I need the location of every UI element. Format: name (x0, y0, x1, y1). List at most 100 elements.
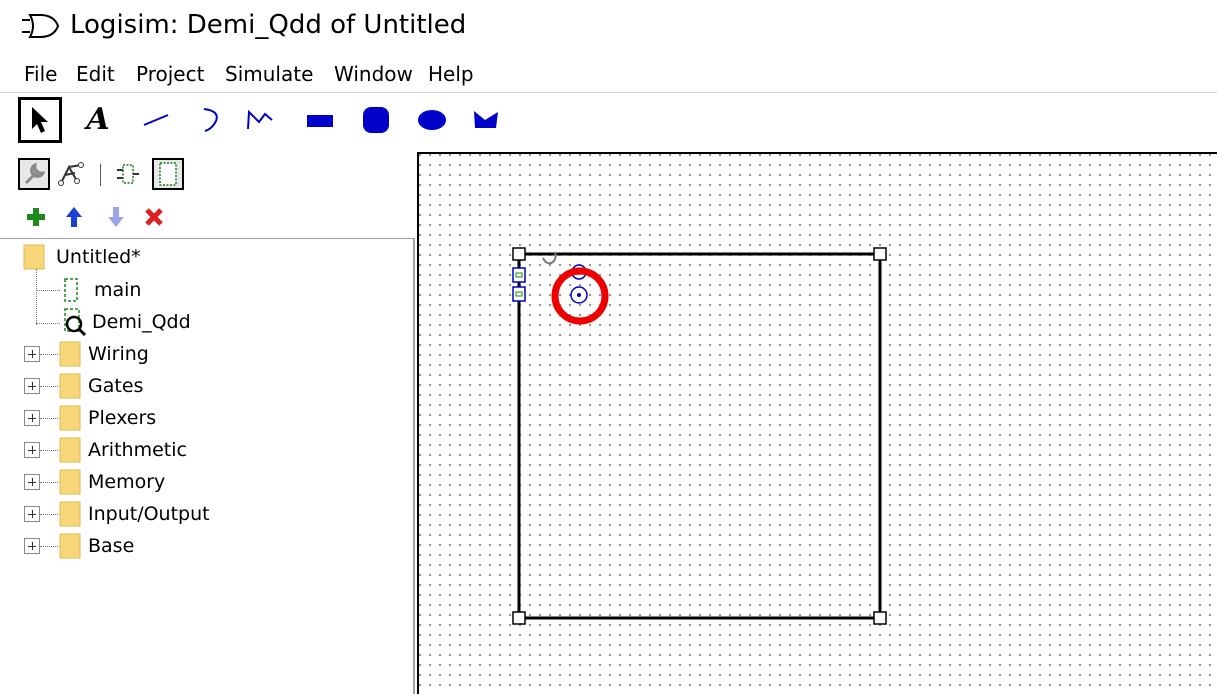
polyline-tool-button[interactable] (238, 97, 282, 143)
tree-item-demi-qdd[interactable]: Demi_Qdd (62, 306, 191, 338)
folder-icon (59, 469, 81, 495)
tree-item-label: Wiring (88, 343, 149, 365)
text-tool-icon: A (86, 102, 110, 137)
explorer-toolbar (0, 152, 415, 194)
tree-item-memory[interactable]: Memory (24, 466, 165, 498)
tree-item-input-output[interactable]: Input/Output (24, 498, 210, 530)
polygon-tool-button[interactable] (464, 97, 508, 143)
appearance-canvas[interactable] (417, 152, 1217, 694)
curve-tool-button[interactable] (188, 97, 232, 143)
folder-icon (59, 533, 81, 559)
simulation-view-button[interactable] (56, 158, 88, 190)
curve-icon (203, 108, 218, 132)
delete-x-icon (145, 208, 163, 226)
menu-help[interactable]: Help (428, 60, 474, 88)
tree-item-label: Plexers (88, 407, 157, 429)
expand-icon[interactable] (24, 442, 40, 458)
circuit-appearance-rectangle[interactable] (517, 252, 882, 620)
folder-icon (59, 501, 81, 527)
tree-item-gates[interactable]: Gates (24, 370, 143, 402)
expand-icon[interactable] (24, 538, 40, 554)
tree-connector (36, 323, 60, 324)
folder-icon (59, 437, 81, 463)
tree-item-arithmetic[interactable]: Arithmetic (24, 434, 187, 466)
expand-icon[interactable] (24, 346, 40, 362)
circuit-magnifier-icon (64, 308, 87, 337)
menu-bar: File Edit Project Simulate Window Help (0, 58, 1217, 90)
tree-item-label: main (94, 279, 142, 301)
folder-icon (59, 405, 81, 431)
move-down-button[interactable] (104, 204, 128, 230)
explorer-tree: Untitled* main Demi_Qdd Wiring Gates Ple… (0, 238, 415, 694)
oval-icon (418, 110, 446, 130)
menu-edit[interactable]: Edit (76, 60, 115, 88)
rectangle-icon (307, 115, 333, 127)
input-port-pin[interactable] (512, 267, 526, 283)
tree-connector (40, 545, 58, 547)
polygon-icon (474, 111, 498, 128)
wrench-icon (24, 162, 46, 185)
output-port-dot (577, 293, 581, 297)
plus-icon (27, 208, 45, 226)
tree-connector (40, 385, 58, 387)
canvas-drawing (512, 247, 887, 625)
folder-icon (23, 244, 45, 270)
expand-icon[interactable] (24, 410, 40, 426)
menu-project[interactable]: Project (136, 60, 204, 88)
rounded-rectangle-icon (363, 107, 389, 133)
input-port-pin[interactable] (512, 286, 526, 302)
add-circuit-button[interactable] (24, 204, 48, 230)
select-tool-button[interactable] (18, 97, 62, 143)
menu-window[interactable]: Window (334, 60, 413, 88)
circuit-layout-icon (117, 164, 139, 184)
explorer-actions (0, 198, 415, 234)
edit-appearance-button[interactable] (152, 158, 184, 190)
tree-connector (36, 290, 60, 291)
selection-handle-top-right[interactable] (873, 247, 887, 261)
tree-item-label: Arithmetic (88, 439, 187, 461)
tree-item-untitled[interactable]: Untitled* (22, 241, 141, 273)
tree-item-label: Demi_Qdd (92, 311, 191, 333)
tree-item-label: Input/Output (88, 503, 210, 525)
polyline-icon (247, 109, 273, 130)
delete-circuit-button[interactable] (142, 204, 166, 230)
window-title: Logisim: Demi_Qdd of Untitled (70, 10, 467, 40)
tree-item-label: Gates (88, 375, 144, 397)
expand-icon[interactable] (24, 506, 40, 522)
text-tool-button[interactable]: A (76, 97, 120, 143)
tree-item-label: Memory (88, 471, 166, 493)
oval-tool-button[interactable] (410, 97, 454, 143)
menu-file[interactable]: File (24, 60, 57, 88)
selection-handle-top-left[interactable] (512, 247, 526, 261)
line-tool-button[interactable] (134, 97, 178, 143)
tree-connector (40, 449, 58, 451)
tree-connector (36, 269, 37, 325)
expand-icon[interactable] (24, 474, 40, 490)
tree-connector (40, 353, 58, 355)
rectangle-tool-button[interactable] (298, 97, 342, 143)
selection-handle-bottom-left[interactable] (512, 611, 526, 625)
edit-layout-button[interactable] (112, 158, 144, 190)
rounded-rectangle-tool-button[interactable] (354, 97, 398, 143)
menu-simulate[interactable]: Simulate (225, 60, 313, 88)
drawing-toolbar: A (0, 92, 1217, 150)
arrow-up-icon (66, 207, 82, 227)
logisim-app-icon (22, 14, 60, 38)
folder-icon (59, 373, 81, 399)
tree-connector (40, 513, 58, 515)
tree-item-label: Untitled* (56, 246, 141, 268)
toolbox-view-button[interactable] (18, 158, 50, 190)
folder-icon (59, 341, 81, 367)
tree-item-base[interactable]: Base (24, 530, 134, 562)
expand-icon[interactable] (24, 378, 40, 394)
tree-item-plexers[interactable]: Plexers (24, 402, 156, 434)
tree-connector (40, 481, 58, 483)
pointer-arrow-icon (32, 107, 48, 133)
tree-item-label: Base (88, 535, 135, 557)
simulation-tree-icon (58, 162, 84, 186)
tree-item-main[interactable]: main (62, 274, 141, 306)
tree-item-wiring[interactable]: Wiring (24, 338, 149, 370)
move-up-button[interactable] (62, 204, 86, 230)
tree-connector (40, 417, 58, 419)
selection-handle-bottom-right[interactable] (873, 611, 887, 625)
